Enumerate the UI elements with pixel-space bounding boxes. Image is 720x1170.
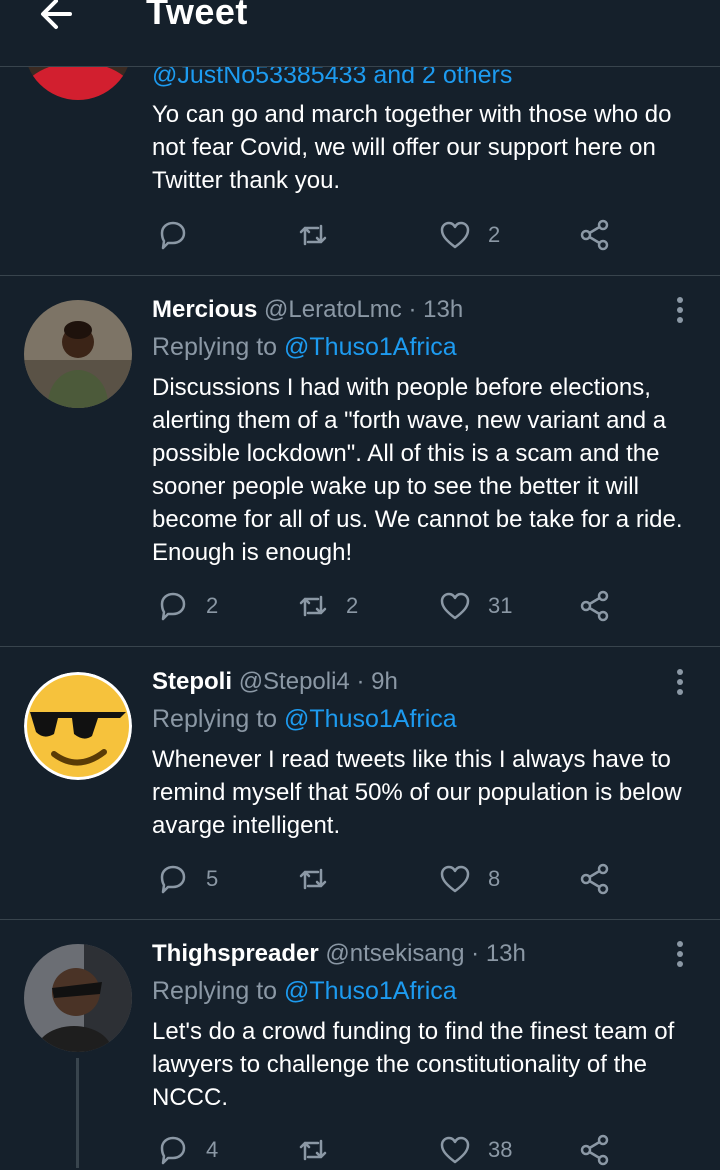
- retweet-icon: [299, 224, 327, 246]
- tweet-item[interactable]: Thighspreader @ntsekisang · 13h Replying…: [0, 920, 720, 1166]
- replying-line: Replying to @Thuso1Africa: [152, 331, 457, 363]
- retweet-icon: [299, 1139, 327, 1161]
- tweet-text: Discussions I had with people before ele…: [152, 374, 683, 566]
- display-name[interactable]: Stepoli: [152, 668, 232, 695]
- replying-label: Replying to: [152, 333, 278, 361]
- avatar[interactable]: [24, 300, 132, 408]
- like-count: 8: [488, 866, 501, 891]
- reply-count: 5: [206, 866, 219, 891]
- replying-line: Replying to @Thuso1Africa: [152, 703, 457, 735]
- more-icon[interactable]: [664, 938, 696, 970]
- heart-icon: [440, 592, 470, 620]
- timestamp: · 13h: [408, 296, 464, 323]
- display-name[interactable]: Thighspreader: [152, 940, 319, 967]
- retweet-button[interactable]: [296, 215, 346, 255]
- tweet-item[interactable]: Mercious @LeratoLmc · 13h Replying to @T…: [0, 276, 720, 647]
- reply-icon: [160, 1136, 186, 1165]
- user-handle[interactable]: @Stepoli4: [239, 668, 350, 695]
- tweet-actions: 5 8: [156, 859, 626, 899]
- tweet-item[interactable]: Stepoli @Stepoli4 · 9h Replying to @Thus…: [0, 648, 720, 920]
- reply-icon: [160, 865, 186, 894]
- reply-button[interactable]: 5: [156, 859, 218, 899]
- tweet-meta: Thighspreader @ntsekisang · 13h: [152, 938, 526, 970]
- top-bar: Tweet: [0, 0, 720, 67]
- retweet-count: 2: [346, 593, 359, 618]
- tweet-actions: 2: [156, 215, 626, 255]
- mention-link[interactable]: @Thuso1Africa: [284, 333, 457, 361]
- reply-button[interactable]: 2: [156, 586, 218, 626]
- tweet-meta: Stepoli @Stepoli4 · 9h: [152, 666, 398, 698]
- like-count: 2: [488, 222, 501, 247]
- mention-link[interactable]: @Thuso1Africa: [284, 977, 457, 1005]
- display-name[interactable]: Mercious: [152, 296, 257, 323]
- mention-link[interactable]: @Thuso1Africa: [284, 705, 457, 733]
- reply-count: 2: [206, 593, 219, 618]
- replying-line: Replying to @Thuso1Africa: [152, 975, 457, 1007]
- like-button[interactable]: 8: [438, 859, 500, 899]
- like-count: 31: [488, 593, 513, 618]
- reply-button[interactable]: [156, 215, 206, 255]
- timestamp: · 13h: [471, 940, 526, 967]
- user-handle[interactable]: @LeratoLmc: [264, 296, 402, 323]
- more-icon[interactable]: [664, 666, 696, 698]
- reply-button[interactable]: 4: [156, 1130, 218, 1170]
- thread-connector: [76, 1058, 79, 1168]
- reply-count: 4: [206, 1137, 219, 1162]
- tweet-text: Yo can go and march together with those …: [152, 101, 672, 194]
- like-button[interactable]: 2: [438, 215, 500, 255]
- user-handle[interactable]: @ntsekisang: [325, 940, 464, 967]
- heart-icon: [440, 1136, 470, 1164]
- share-button[interactable]: [578, 215, 612, 255]
- retweet-icon: [299, 595, 327, 617]
- timestamp: · 9h: [356, 668, 398, 695]
- share-icon: [580, 590, 609, 622]
- more-icon[interactable]: [664, 294, 696, 326]
- share-icon: [580, 863, 609, 895]
- tweet-actions: 4 38: [156, 1130, 626, 1170]
- tweet-text: Whenever I read tweets like this I alway…: [152, 746, 682, 839]
- tweet-actions: 2 2 31: [156, 586, 626, 626]
- share-icon: [580, 219, 609, 251]
- like-button[interactable]: 31: [438, 586, 512, 626]
- replying-label: Replying to: [152, 705, 278, 733]
- share-icon: [580, 1134, 609, 1166]
- replying-label: Replying to: [152, 977, 278, 1005]
- heart-icon: [440, 865, 470, 893]
- tweet-meta: Mercious @LeratoLmc · 13h: [152, 294, 463, 326]
- share-button[interactable]: [578, 586, 612, 626]
- share-button[interactable]: [578, 1130, 612, 1170]
- retweet-button[interactable]: 2: [296, 586, 358, 626]
- retweet-button[interactable]: [296, 859, 346, 899]
- share-button[interactable]: [578, 859, 612, 899]
- tweet-text: Let's do a crowd funding to find the fin…: [152, 1018, 675, 1111]
- retweet-icon: [299, 868, 327, 890]
- like-count: 38: [488, 1137, 513, 1162]
- arrow-left-icon[interactable]: [34, 0, 78, 36]
- heart-icon: [440, 221, 470, 249]
- reply-icon: [160, 592, 186, 621]
- like-button[interactable]: 38: [438, 1130, 512, 1170]
- page-title: Tweet: [146, 0, 248, 32]
- avatar[interactable]: [24, 672, 132, 780]
- retweet-button[interactable]: [296, 1130, 346, 1170]
- avatar[interactable]: [24, 944, 132, 1052]
- reply-icon: [160, 221, 186, 250]
